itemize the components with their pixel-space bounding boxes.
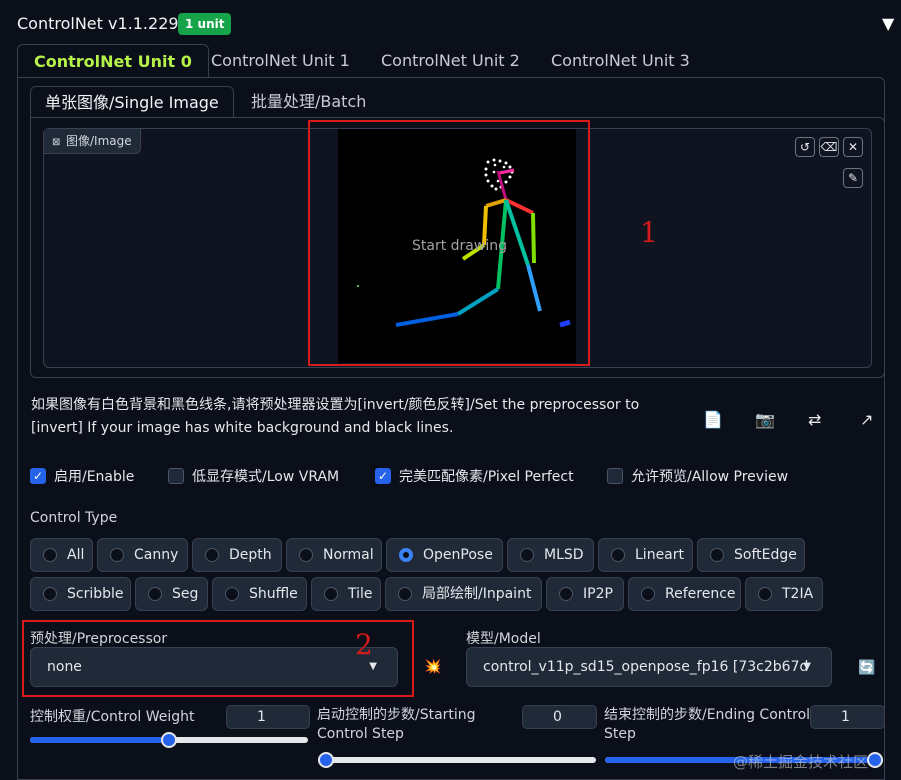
starting-step-knob[interactable]	[318, 752, 334, 768]
control-weight-slider[interactable]	[30, 732, 308, 748]
control-type-mlsd[interactable]: MLSD	[507, 538, 594, 572]
enable-label: 启用/Enable	[54, 469, 135, 485]
image-icon: ⊠	[52, 137, 61, 148]
control-type-scribble[interactable]: Scribble	[30, 577, 131, 611]
allow-preview-label: 允许预览/Allow Preview	[631, 469, 789, 485]
tab-single-image[interactable]: 单张图像/Single Image	[30, 86, 234, 118]
control-type-inpaint[interactable]: 局部绘制/Inpaint	[385, 577, 542, 611]
chevron-down-icon: ▼	[803, 661, 811, 672]
annotation-number-2: 2	[355, 628, 373, 661]
image-label: ⊠ 图像/Image	[44, 129, 141, 154]
brush-icon[interactable]: ✎	[843, 168, 863, 188]
control-type-all[interactable]: All	[30, 538, 93, 572]
control-weight-label: 控制权重/Control Weight	[30, 709, 195, 725]
enable-checkbox[interactable]: ✓	[30, 468, 46, 484]
starting-step-label: 启动控制的步数/Starting Control Step	[317, 707, 476, 742]
model-select[interactable]: control_v11p_sd15_openpose_fp16 [73c2b67…	[466, 647, 832, 687]
tab-unit-1[interactable]: ControlNet Unit 1	[211, 44, 350, 78]
tab-batch[interactable]: 批量处理/Batch	[251, 86, 366, 118]
invert-hint: 如果图像有白色背景和黑色线条,请将预处理器设置为[invert/颜色反转]/Se…	[31, 397, 640, 436]
controlnet-title: ControlNet v1.1.229	[17, 14, 179, 33]
low-vram-label: 低显存模式/Low VRAM	[192, 469, 340, 485]
low-vram-checkbox[interactable]	[168, 468, 184, 484]
send-dimensions-icon[interactable]: ↗	[860, 410, 873, 429]
control-type-seg[interactable]: Seg	[135, 577, 208, 611]
ending-step-input[interactable]: 1	[810, 705, 885, 729]
control-weight-knob[interactable]	[161, 732, 177, 748]
refresh-models-icon[interactable]: 🔄	[858, 660, 875, 676]
control-weight-fill	[30, 737, 169, 743]
control-type-shuffle[interactable]: Shuffle	[212, 577, 307, 611]
camera-icon[interactable]: 📷	[755, 410, 775, 429]
control-type-canny[interactable]: Canny	[97, 538, 188, 572]
eraser-icon[interactable]: ⌫	[819, 137, 839, 157]
pixel-perfect-checkbox[interactable]: ✓	[375, 468, 391, 484]
mode-tabs: 单张图像/Single Image 批量处理/Batch	[30, 86, 885, 118]
tab-unit-2[interactable]: ControlNet Unit 2	[381, 44, 520, 78]
control-type-t2ia[interactable]: T2IA	[745, 577, 823, 611]
run-preprocessor-icon[interactable]: 💥	[424, 659, 441, 675]
model-label: 模型/Model	[466, 631, 541, 647]
annotation-number-1: 1	[640, 216, 658, 249]
tab-unit-3[interactable]: ControlNet Unit 3	[551, 44, 690, 78]
swap-icon[interactable]: ⇄	[808, 410, 821, 429]
starting-step-slider[interactable]	[318, 752, 596, 768]
control-type-reference[interactable]: Reference	[628, 577, 741, 611]
notes-icon[interactable]: 📄	[703, 410, 723, 429]
ending-step-label: 结束控制的步数/Ending Control Step	[604, 707, 811, 742]
ending-step-knob[interactable]	[867, 752, 883, 768]
control-type-normal[interactable]: Normal	[286, 538, 382, 572]
control-type-label: Control Type	[30, 510, 118, 526]
controlnet-header[interactable]: ControlNet v1.1.229 1 unit ▼	[0, 0, 901, 44]
allow-preview-checkbox[interactable]	[607, 468, 623, 484]
control-weight-input[interactable]: 1	[226, 705, 310, 729]
collapse-icon[interactable]: ▼	[882, 14, 894, 33]
control-type-depth[interactable]: Depth	[192, 538, 282, 572]
starting-step-input[interactable]: 0	[522, 705, 597, 729]
watermark: @稀土掘金技术社区	[733, 753, 869, 771]
control-type-lineart[interactable]: Lineart	[598, 538, 693, 572]
annotation-box-1	[308, 120, 590, 366]
close-icon[interactable]: ✕	[843, 137, 863, 157]
control-type-tile[interactable]: Tile	[311, 577, 381, 611]
control-type-softedge[interactable]: SoftEdge	[697, 538, 805, 572]
control-type-openpose[interactable]: OpenPose	[386, 538, 503, 572]
unit-count-badge: 1 unit	[178, 13, 232, 35]
pixel-perfect-label: 完美匹配像素/Pixel Perfect	[399, 469, 574, 485]
tab-unit-0[interactable]: ControlNet Unit 0	[17, 44, 209, 78]
unit-tabs: ControlNet Unit 0 ControlNet Unit 1 Cont…	[17, 44, 885, 78]
undo-icon[interactable]: ↺	[795, 137, 815, 157]
control-type-ip2p[interactable]: IP2P	[546, 577, 624, 611]
